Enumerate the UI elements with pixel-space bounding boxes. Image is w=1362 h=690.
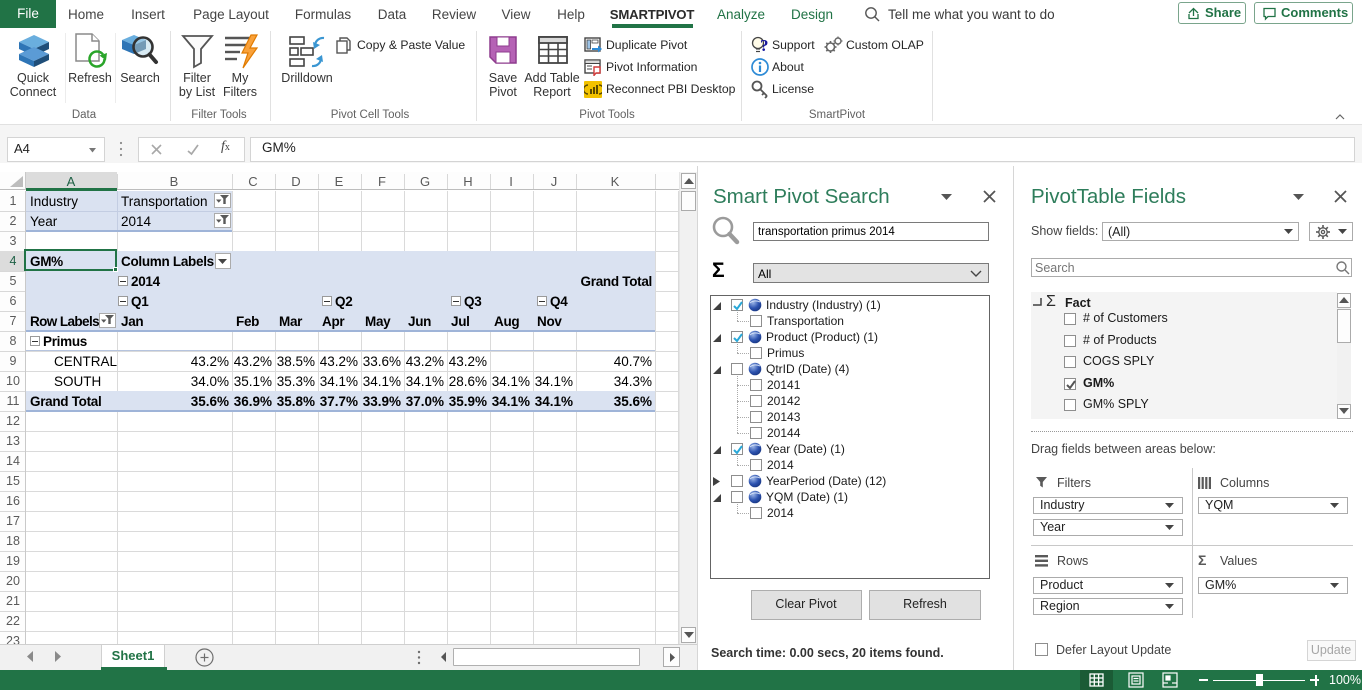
- svg-text:?: ?: [760, 36, 769, 55]
